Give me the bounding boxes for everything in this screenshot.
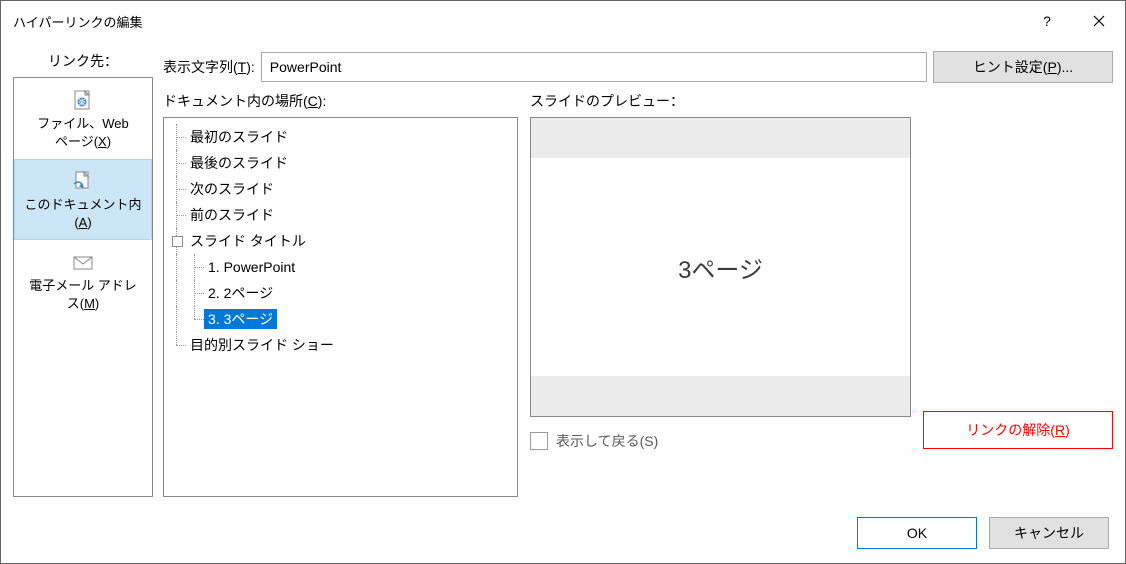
dialog-body: リンク先： ファイル、Web ページ(X) このド (1, 41, 1125, 509)
file-web-icon (19, 89, 147, 111)
sidebar-item-label: このドキュメント内 (A) (19, 196, 147, 231)
close-button[interactable] (1073, 1, 1125, 41)
main-area: 表示文字列(T): ヒント設定(P)... ドキュメント内の場所(C): 最初の… (163, 51, 1113, 497)
dialog-footer: OK キャンセル (1, 509, 1125, 563)
show-and-return-checkbox[interactable] (530, 432, 548, 450)
sidebar-item-this-document[interactable]: このドキュメント内 (A) (14, 159, 152, 240)
slide-canvas: 3ページ (531, 118, 910, 416)
slide-title-placeholder (531, 118, 910, 158)
slide-preview: 3ページ (530, 117, 911, 417)
tree-group-custom-shows[interactable]: 目的別スライド ショー (168, 332, 513, 358)
dialog-title: ハイパーリンクの編集 (13, 12, 1021, 31)
edit-hyperlink-dialog: ハイパーリンクの編集 ? リンク先： ファイル、Web ページ(X) (0, 0, 1126, 564)
right-button-column: リンクの解除(R) (923, 91, 1113, 497)
display-text-input[interactable] (261, 52, 927, 82)
slide-footer-placeholder (531, 376, 910, 416)
link-to-sidebar: ファイル、Web ページ(X) このドキュメント内 (A) (13, 77, 153, 497)
ok-button[interactable]: OK (857, 517, 977, 549)
help-button[interactable]: ? (1021, 1, 1073, 41)
titlebar: ハイパーリンクの編集 ? (1, 1, 1125, 41)
remove-link-button[interactable]: リンクの解除(R) (923, 411, 1113, 449)
location-column: ドキュメント内の場所(C): 最初のスライド 最後のスライド 次のスライド 前の… (163, 91, 518, 497)
location-tree[interactable]: 最初のスライド 最後のスライド 次のスライド 前のスライド スライド タイトル … (163, 117, 518, 497)
tree-item-slide-2[interactable]: 2. 2ページ (168, 280, 513, 306)
sidebar-item-label: ファイル、Web ページ(X) (19, 115, 147, 150)
email-icon (19, 251, 147, 273)
tree-group-slide-titles[interactable]: スライド タイトル (168, 228, 513, 254)
cancel-button[interactable]: キャンセル (989, 517, 1109, 549)
tree-item-prev-slide[interactable]: 前のスライド (168, 202, 513, 228)
preview-column: スライドのプレビュー： 3ページ 表示して戻る(S) (530, 91, 911, 497)
show-and-return-label: 表示して戻る(S) (556, 431, 658, 451)
sidebar-item-email[interactable]: 電子メール アドレ ス(M) (14, 240, 152, 321)
display-text-label: 表示文字列(T): (163, 57, 255, 77)
tree-item-slide-1[interactable]: 1. PowerPoint (168, 254, 513, 280)
document-icon (19, 170, 147, 192)
tree-item-next-slide[interactable]: 次のスライド (168, 176, 513, 202)
sidebar-column: リンク先： ファイル、Web ページ(X) このド (13, 51, 153, 497)
sidebar-label: リンク先： (13, 51, 153, 71)
sidebar-item-file-web[interactable]: ファイル、Web ページ(X) (14, 78, 152, 159)
show-and-return-row: 表示して戻る(S) (530, 431, 911, 451)
tree-item-first-slide[interactable]: 最初のスライド (168, 124, 513, 150)
close-icon (1093, 15, 1105, 27)
tree-item-last-slide[interactable]: 最後のスライド (168, 150, 513, 176)
slide-body-text: 3ページ (531, 158, 910, 376)
preview-label: スライドのプレビュー： (530, 91, 911, 111)
tree-item-slide-3[interactable]: 3. 3ページ (168, 306, 513, 332)
location-label: ドキュメント内の場所(C): (163, 91, 518, 111)
screen-tip-button[interactable]: ヒント設定(P)... (933, 51, 1113, 83)
display-text-row: 表示文字列(T): ヒント設定(P)... (163, 51, 1113, 83)
columns: ドキュメント内の場所(C): 最初のスライド 最後のスライド 次のスライド 前の… (163, 91, 1113, 497)
sidebar-item-label: 電子メール アドレ ス(M) (19, 277, 147, 312)
